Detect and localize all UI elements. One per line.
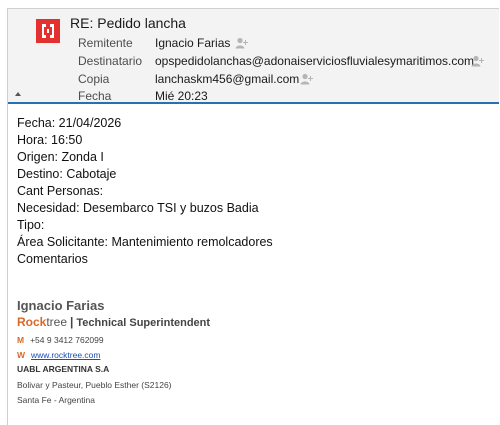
phone-marker: M bbox=[17, 335, 25, 345]
collapse-arrow-icon[interactable] bbox=[15, 92, 21, 96]
recipient-label: Destinatario bbox=[78, 54, 143, 68]
cc-value[interactable]: lanchaskm456@gmail.com bbox=[155, 70, 299, 88]
web-marker: W bbox=[17, 350, 26, 360]
signature-separator: | bbox=[70, 315, 74, 329]
add-contact-icon[interactable] bbox=[471, 55, 484, 67]
signature-role: Technical Superintendent bbox=[76, 317, 211, 329]
signature-company: UABL ARGENTINA S.A bbox=[17, 364, 110, 374]
body-line: Comentarios bbox=[17, 252, 88, 266]
body-line: Tipo: bbox=[17, 218, 45, 232]
message-body: Fecha: 21/04/2026 Hora: 16:50 Origen: Zo… bbox=[17, 115, 273, 268]
signature-title: Rocktree | Technical Superintendent bbox=[17, 315, 210, 329]
date-label: Fecha bbox=[78, 89, 112, 103]
cc-label: Copia bbox=[78, 72, 110, 86]
message-header: RE: Pedido lancha Remitente Ignacio Fari… bbox=[8, 9, 499, 104]
body-line: Cant Personas: bbox=[17, 184, 104, 198]
sender-value[interactable]: Ignacio Farias bbox=[155, 34, 230, 52]
body-line: Origen: Zonda I bbox=[17, 150, 104, 164]
signature-region: Santa Fe - Argentina bbox=[17, 395, 95, 405]
signature-phone: +54 9 3412 762099 bbox=[30, 335, 104, 345]
add-contact-icon[interactable] bbox=[235, 37, 248, 49]
brand-tree: tree bbox=[46, 315, 68, 329]
body-line: Necesidad: Desembarco TSI y buzos Badia bbox=[17, 201, 259, 215]
add-contact-icon[interactable] bbox=[300, 73, 313, 85]
body-line: Fecha: 21/04/2026 bbox=[17, 116, 122, 130]
signature-address: Bolivar y Pasteur, Pueblo Esther (S2126) bbox=[17, 380, 172, 390]
body-line: Destino: Cabotaje bbox=[17, 167, 117, 181]
sender-label: Remitente bbox=[78, 36, 133, 50]
recipient-value[interactable]: opspedidolanchas@adonaiserviciosfluviale… bbox=[155, 52, 474, 70]
body-line: Hora: 16:50 bbox=[17, 133, 83, 147]
brand-rock: Rock bbox=[17, 315, 47, 329]
body-line: Área Solicitante: Mantenimiento remolcad… bbox=[17, 235, 273, 249]
signature-web-line: Wwww.rocktree.com bbox=[17, 350, 100, 360]
signature-web-link[interactable]: www.rocktree.com bbox=[31, 350, 100, 360]
message-subject: RE: Pedido lancha bbox=[70, 15, 186, 31]
date-value: Mié 20:23 bbox=[155, 89, 208, 103]
signature-phone-line: M +54 9 3412 762099 bbox=[17, 335, 104, 345]
app-logo-icon bbox=[36, 19, 60, 43]
signature-name: Ignacio Farias bbox=[17, 298, 105, 313]
